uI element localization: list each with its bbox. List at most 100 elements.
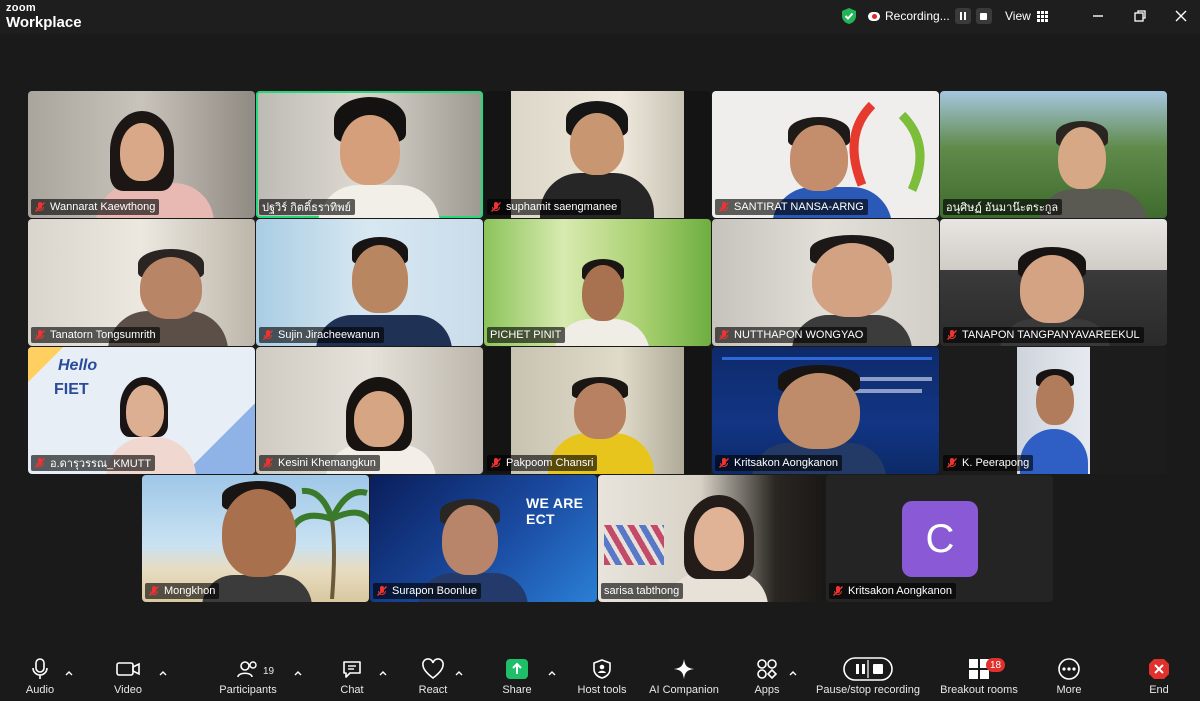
- share-button[interactable]: Share: [498, 654, 536, 701]
- video-tile[interactable]: Hello FIET อ.ดารุวรรณ_KMUTT: [28, 347, 255, 474]
- ai-companion-button[interactable]: AI Companion: [645, 654, 723, 701]
- participant-name-label: Mongkhon: [164, 585, 216, 597]
- pause-recording-button[interactable]: [954, 8, 971, 24]
- video-tile[interactable]: SANTIRAT NANSA-ARNG: [712, 91, 939, 218]
- meeting-toolbar: Audio Video Participants 19 Chat React S…: [0, 654, 1200, 701]
- stop-recording-button[interactable]: [975, 8, 992, 24]
- participant-name: NUTTHAPON WONGYAO: [715, 327, 868, 343]
- video-tile[interactable]: suphamit saengmanee: [484, 91, 711, 218]
- participant-name-label: อนุศิษฏ์ อันมาน๊ะตระกูล: [946, 202, 1059, 214]
- share-screen-icon: [506, 659, 528, 679]
- participant-figure: [1036, 375, 1074, 425]
- chat-options-chevron-up-icon[interactable]: [378, 668, 388, 678]
- participant-name-label: Kritsakon Aongkanon: [848, 585, 952, 597]
- video-tile[interactable]: NUTTHAPON WONGYAO: [712, 219, 939, 346]
- title-bar: zoom Workplace Recording... View: [0, 0, 1200, 34]
- audio-button[interactable]: Audio: [20, 654, 60, 701]
- react-button[interactable]: React: [414, 654, 452, 701]
- participant-name-label: Tanatorn Tongsumrith: [50, 329, 156, 341]
- zoom-logo: zoom Workplace: [6, 3, 82, 31]
- video-tile[interactable]: K. Peerapong: [940, 347, 1167, 474]
- heart-icon: [422, 658, 444, 680]
- participants-options-chevron-up-icon[interactable]: [293, 668, 303, 678]
- participants-button[interactable]: Participants: [214, 654, 282, 701]
- view-button[interactable]: View: [1005, 9, 1048, 23]
- participant-figure: [1020, 255, 1084, 323]
- audio-label: Audio: [25, 684, 55, 696]
- video-label: Video: [114, 684, 142, 696]
- video-tile[interactable]: sarisa tabthong: [598, 475, 825, 602]
- muted-mic-icon: [35, 458, 45, 468]
- pause-stop-recording-button[interactable]: Pause/stop recording: [808, 654, 928, 701]
- brand-bottom: Workplace: [6, 14, 82, 31]
- video-tile[interactable]: C Kritsakon Aongkanon: [826, 475, 1053, 602]
- video-button[interactable]: Video: [106, 654, 150, 701]
- muted-mic-icon: [491, 458, 501, 468]
- participant-figure: [574, 383, 626, 439]
- video-tile[interactable]: Pakpoom Chansri: [484, 347, 711, 474]
- video-tile[interactable]: WE ARE ECT Surapon Boonlue: [370, 475, 597, 602]
- video-gallery: Wannarat Kaewthong ปฐวิร์ กิตติ์ธราทิพย์…: [28, 91, 1167, 603]
- video-tile[interactable]: TANAPON TANGPANYAVAREEKUL: [940, 219, 1167, 346]
- participant-figure: [582, 265, 624, 321]
- react-options-chevron-up-icon[interactable]: [454, 668, 464, 678]
- participant-name: TANAPON TANGPANYAVAREEKUL: [943, 327, 1144, 343]
- apps-button[interactable]: Apps: [750, 654, 784, 701]
- muted-mic-icon: [947, 330, 957, 340]
- encryption-shield-icon[interactable]: [841, 7, 857, 25]
- participant-figure: [126, 385, 164, 437]
- muted-mic-icon: [719, 202, 729, 212]
- video-tile[interactable]: อนุศิษฏ์ อันมาน๊ะตระกูล: [940, 91, 1167, 218]
- participant-figure: [812, 243, 892, 317]
- chat-button[interactable]: Chat: [334, 654, 370, 701]
- breakout-badge: 18: [986, 658, 1006, 672]
- video-camera-icon: [116, 662, 140, 676]
- fiet-name-text: FIET: [54, 381, 89, 398]
- end-meeting-icon: [1149, 659, 1169, 679]
- video-tile[interactable]: Kesini Khemangkun: [256, 347, 483, 474]
- grid-icon: [1036, 10, 1048, 22]
- apps-options-chevron-up-icon[interactable]: [788, 668, 798, 678]
- video-tile[interactable]: Sujin Jiracheewanun: [256, 219, 483, 346]
- video-options-chevron-up-icon[interactable]: [158, 668, 168, 678]
- close-icon[interactable]: [1173, 8, 1189, 24]
- chat-bubble-icon: [343, 661, 361, 678]
- participant-name-label: Kritsakon Aongkanon: [734, 457, 838, 469]
- audio-options-chevron-up-icon[interactable]: [64, 668, 74, 678]
- muted-mic-icon: [149, 586, 159, 596]
- more-label: More: [1056, 684, 1082, 696]
- participant-name-label: Sujin Jiracheewanun: [278, 329, 380, 341]
- video-tile[interactable]: PICHET PINIT: [484, 219, 711, 346]
- participant-figure: [120, 123, 164, 181]
- participant-figure: [442, 505, 498, 575]
- end-meeting-button[interactable]: End: [1144, 654, 1174, 701]
- muted-mic-icon: [263, 458, 273, 468]
- breakout-rooms-button[interactable]: Breakout rooms: [934, 654, 1024, 701]
- more-button[interactable]: More: [1052, 654, 1086, 701]
- muted-mic-icon: [35, 330, 45, 340]
- participant-name-label: sarisa tabthong: [604, 585, 680, 597]
- participant-name-label: SANTIRAT NANSA-ARNG: [734, 201, 864, 213]
- participant-name: Tanatorn Tongsumrith: [31, 327, 160, 343]
- muted-mic-icon: [947, 458, 957, 468]
- video-tile-active-speaker[interactable]: ปฐวิร์ กิตติ์ธราทิพย์: [256, 91, 483, 218]
- video-tile[interactable]: Mongkhon: [142, 475, 369, 602]
- participant-name-label: อ.ดารุวรรณ_KMUTT: [50, 458, 152, 470]
- react-label: React: [418, 684, 448, 696]
- participant-name-label: Kesini Khemangkun: [278, 457, 376, 469]
- more-dots-icon: [1058, 658, 1080, 680]
- pause-stop-icon: [843, 657, 893, 681]
- minimize-icon[interactable]: [1090, 8, 1106, 24]
- video-tile[interactable]: Wannarat Kaewthong: [28, 91, 255, 218]
- apps-icon: [757, 659, 778, 680]
- participant-figure: [140, 257, 202, 319]
- palm-tree-background: [292, 487, 369, 599]
- restore-icon[interactable]: [1132, 8, 1148, 24]
- host-tools-button[interactable]: Host tools: [572, 654, 632, 701]
- video-tile[interactable]: Kritsakon Aongkanon: [712, 347, 939, 474]
- share-options-chevron-up-icon[interactable]: [547, 668, 557, 678]
- participant-name: sarisa tabthong: [601, 583, 684, 599]
- microphone-icon: [32, 658, 48, 679]
- sparkle-icon: [674, 659, 694, 679]
- video-tile[interactable]: Tanatorn Tongsumrith: [28, 219, 255, 346]
